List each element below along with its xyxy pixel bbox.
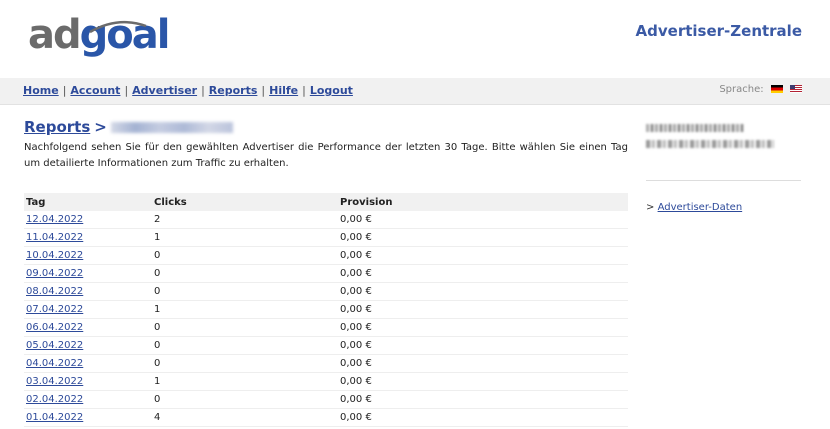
table-row: 04.04.2022 0 0,00 € xyxy=(24,354,628,373)
date-cell: 11.04.2022 xyxy=(24,228,152,247)
table-row: 01.04.2022 4 0,00 € xyxy=(24,408,628,427)
table-row: 12.04.2022 2 0,00 € xyxy=(24,211,628,229)
sidebar-link-prefix: > xyxy=(646,202,655,213)
date-link[interactable]: 05.04.2022 xyxy=(26,340,83,351)
date-cell: 07.04.2022 xyxy=(24,300,152,319)
table-row: 05.04.2022 0 0,00 € xyxy=(24,336,628,355)
date-link[interactable]: 09.04.2022 xyxy=(26,268,83,279)
date-cell: 01.04.2022 xyxy=(24,408,152,427)
date-link[interactable]: 04.04.2022 xyxy=(26,358,83,369)
provision-cell: 0,00 € xyxy=(338,372,628,391)
clicks-cell: 0 xyxy=(152,282,338,301)
date-cell: 12.04.2022 xyxy=(24,211,152,229)
logo-swoosh-icon xyxy=(89,20,147,34)
redacted-account-info xyxy=(646,124,744,132)
redacted-advertiser-name xyxy=(110,122,233,133)
language-label: Sprache: xyxy=(719,84,764,95)
table-row: 03.04.2022 1 0,00 € xyxy=(24,372,628,391)
provision-cell: 0,00 € xyxy=(338,390,628,409)
clicks-cell: 4 xyxy=(152,408,338,427)
breadcrumb: Reports > xyxy=(24,118,628,136)
column-header-clicks: Clicks xyxy=(152,193,338,211)
clicks-cell: 0 xyxy=(152,336,338,355)
date-cell: 08.04.2022 xyxy=(24,282,152,301)
nav-account[interactable]: Account xyxy=(70,84,120,97)
column-header-provision: Provision xyxy=(338,193,628,211)
provision-cell: 0,00 € xyxy=(338,354,628,373)
date-link[interactable]: 02.04.2022 xyxy=(26,394,83,405)
date-cell: 02.04.2022 xyxy=(24,390,152,409)
table-row: 06.04.2022 0 0,00 € xyxy=(24,318,628,337)
date-cell: 10.04.2022 xyxy=(24,246,152,265)
table-header-row: Tag Clicks Provision xyxy=(24,193,628,211)
provision-cell: 0,00 € xyxy=(338,408,628,427)
date-cell: 04.04.2022 xyxy=(24,354,152,373)
clicks-cell: 0 xyxy=(152,354,338,373)
main-content: Reports > Nachfolgend sehen Sie für den g… xyxy=(24,118,628,172)
header: adgoal Advertiser-Zentrale xyxy=(0,0,830,78)
sidebar xyxy=(646,124,801,148)
date-cell: 09.04.2022 xyxy=(24,264,152,283)
provision-cell: 0,00 € xyxy=(338,228,628,247)
clicks-cell: 2 xyxy=(152,211,338,229)
column-header-tag: Tag xyxy=(24,193,152,211)
breadcrumb-reports-link[interactable]: Reports xyxy=(24,118,90,136)
table-row: 02.04.2022 0 0,00 € xyxy=(24,390,628,409)
provision-cell: 0,00 € xyxy=(338,211,628,229)
table-row: 10.04.2022 0 0,00 € xyxy=(24,246,628,265)
table-row: 11.04.2022 1 0,00 € xyxy=(24,228,628,247)
top-navigation: Home | Account | Advertiser | Reports | Hilfe | Lo… xyxy=(0,78,830,105)
german-flag-icon[interactable] xyxy=(770,85,783,93)
clicks-cell: 0 xyxy=(152,246,338,265)
clicks-cell: 1 xyxy=(152,228,338,247)
nav-logout[interactable]: Logout xyxy=(310,84,353,97)
date-cell: 05.04.2022 xyxy=(24,336,152,355)
language-switcher: Sprache: xyxy=(719,84,802,95)
date-link[interactable]: 12.04.2022 xyxy=(26,214,83,225)
provision-cell: 0,00 € xyxy=(338,282,628,301)
table-row: 08.04.2022 0 0,00 € xyxy=(24,282,628,301)
clicks-cell: 0 xyxy=(152,264,338,283)
date-link[interactable]: 07.04.2022 xyxy=(26,304,83,315)
sidebar-advertiser-data: > Advertiser-Daten xyxy=(646,202,742,213)
provision-cell: 0,00 € xyxy=(338,246,628,265)
clicks-cell: 1 xyxy=(152,300,338,319)
date-cell: 06.04.2022 xyxy=(24,318,152,337)
nav-home[interactable]: Home xyxy=(23,84,59,97)
date-link[interactable]: 10.04.2022 xyxy=(26,250,83,261)
date-link[interactable]: 06.04.2022 xyxy=(26,322,83,333)
sidebar-divider xyxy=(646,180,801,181)
clicks-cell: 0 xyxy=(152,390,338,409)
date-link[interactable]: 11.04.2022 xyxy=(26,232,83,243)
provision-cell: 0,00 € xyxy=(338,264,628,283)
daily-report-table: Tag Clicks Provision 12.04.2022 2 0,00 €11… xyxy=(24,193,628,427)
date-link[interactable]: 03.04.2022 xyxy=(26,376,83,387)
nav-links: Home | Account | Advertiser | Reports | Hilfe | Lo… xyxy=(23,84,353,97)
provision-cell: 0,00 € xyxy=(338,336,628,355)
provision-cell: 0,00 € xyxy=(338,318,628,337)
nav-reports[interactable]: Reports xyxy=(209,84,258,97)
advertiser-data-link[interactable]: Advertiser-Daten xyxy=(658,202,743,213)
table-row: 07.04.2022 1 0,00 € xyxy=(24,300,628,319)
table-row: 09.04.2022 0 0,00 € xyxy=(24,264,628,283)
date-link[interactable]: 01.04.2022 xyxy=(26,412,83,423)
english-flag-icon[interactable] xyxy=(790,85,802,93)
nav-advertiser[interactable]: Advertiser xyxy=(132,84,197,97)
date-link[interactable]: 08.04.2022 xyxy=(26,286,83,297)
app-title: Advertiser-Zentrale xyxy=(635,22,802,40)
clicks-cell: 0 xyxy=(152,318,338,337)
adgoal-logo[interactable]: adgoal xyxy=(28,12,170,58)
clicks-cell: 1 xyxy=(152,372,338,391)
redacted-account-details xyxy=(646,140,774,148)
nav-hilfe[interactable]: Hilfe xyxy=(269,84,298,97)
provision-cell: 0,00 € xyxy=(338,300,628,319)
intro-text: Nachfolgend sehen Sie für den gewählten … xyxy=(24,142,628,169)
breadcrumb-separator: > xyxy=(94,118,107,136)
date-cell: 03.04.2022 xyxy=(24,372,152,391)
